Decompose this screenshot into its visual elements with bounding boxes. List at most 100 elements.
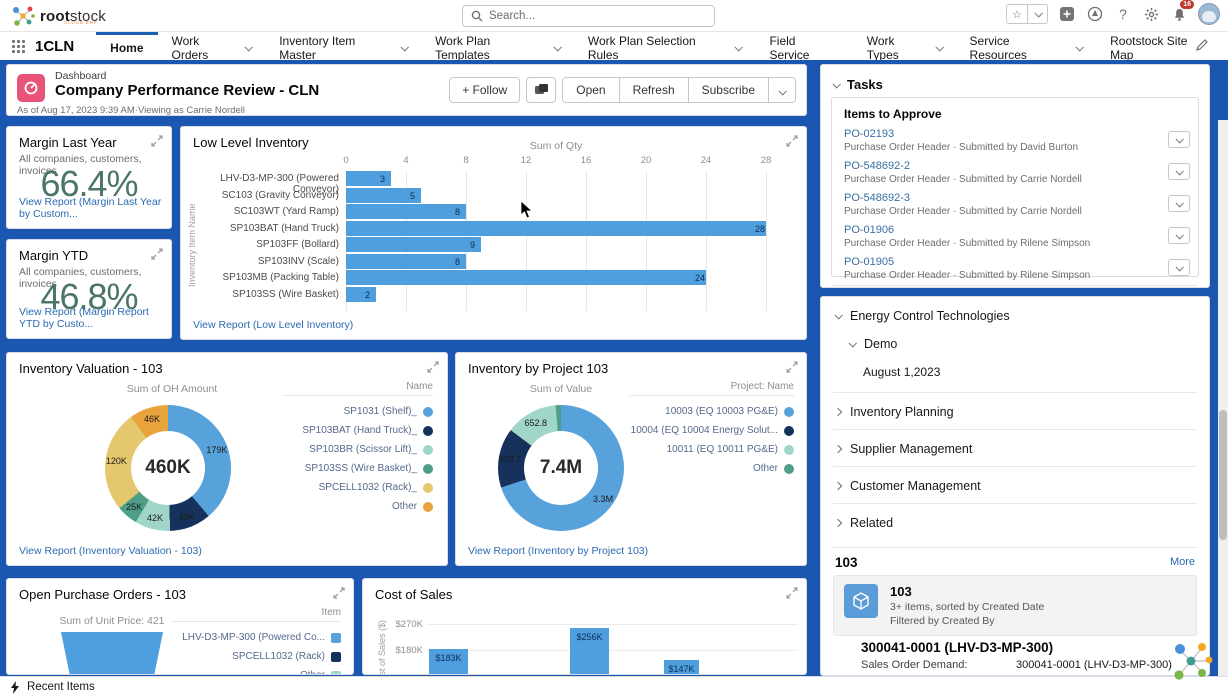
bar[interactable] (346, 221, 766, 236)
view-all-link[interactable]: View All (832, 285, 1198, 288)
tab-rootstock-site-map[interactable]: Rootstock Site Map (1096, 32, 1228, 60)
ect-header[interactable]: Energy Control Technologies (835, 309, 1195, 323)
task-item[interactable]: PO-548692-3Purchase Order Header · Submi… (832, 189, 1198, 221)
ect-demo-item[interactable]: August 1,2023 (863, 365, 1195, 379)
view-report-link[interactable]: View Report (Inventory Valuation - 103) (19, 545, 202, 557)
tab-work-orders[interactable]: Work Orders (158, 32, 266, 60)
view-report-link[interactable]: View Report (Margin Report YTD by Custo.… (19, 306, 171, 330)
tab-inventory-item-master[interactable]: Inventory Item Master (265, 32, 421, 60)
tab-work-types[interactable]: Work Types (853, 32, 956, 60)
tab-work-plan-templates[interactable]: Work Plan Templates (421, 32, 574, 60)
legend-entry[interactable]: Other (629, 459, 794, 478)
user-avatar[interactable] (1198, 3, 1220, 25)
ect-section-related[interactable]: Related (835, 516, 1195, 530)
record-title[interactable]: 300041-0001 (LHV-D3-MP-300) (861, 640, 1053, 655)
follow-button[interactable]: + Follow (449, 77, 520, 103)
view-report-link[interactable]: View Report (Margin Last Year by Custom.… (19, 196, 171, 220)
funnel-segment[interactable] (61, 632, 163, 675)
ect-title: Energy Control Technologies (850, 309, 1010, 323)
legend-entry[interactable]: LHV-D3-MP-300 (Powered Co... (171, 628, 341, 647)
scrollbar-thumb[interactable] (1219, 410, 1227, 540)
bar[interactable] (346, 270, 706, 285)
divider (833, 466, 1197, 467)
legend-entry[interactable]: Other (171, 666, 341, 675)
ect-section-supplier-management[interactable]: Supplier Management (835, 442, 1195, 456)
related-list-summary-card[interactable]: 103 3+ items, sorted by Created Date Fil… (833, 575, 1197, 636)
recent-items-bar[interactable]: Recent Items (0, 676, 1228, 697)
ect-demo-section[interactable]: Demo (849, 337, 1195, 351)
slideshow-button[interactable] (526, 77, 556, 103)
task-item[interactable]: PO-548692-2Purchase Order Header · Submi… (832, 157, 1198, 189)
tab-home[interactable]: Home (96, 32, 157, 60)
tab-label: Work Plan Templates (435, 34, 548, 62)
help-icon[interactable]: ? (1114, 5, 1132, 23)
legend-entry[interactable]: SP103SS (Wire Basket)_ (283, 459, 433, 478)
task-subject-link[interactable]: PO-01906 (844, 224, 1158, 236)
ect-section-inventory-planning[interactable]: Inventory Planning (835, 405, 1195, 419)
task-row-actions-dropdown[interactable] (1168, 163, 1190, 180)
task-row-actions-dropdown[interactable] (1168, 259, 1190, 276)
task-item[interactable]: PO-01905Purchase Order Header · Submitte… (832, 253, 1198, 285)
app-name[interactable]: 1CLN (35, 38, 74, 55)
tab-field-service[interactable]: Field Service (755, 32, 852, 60)
sidebar-scrollbar[interactable] (1218, 120, 1228, 697)
more-link[interactable]: More (1170, 556, 1195, 568)
global-search-input[interactable]: Search... (462, 5, 715, 27)
expand-icon[interactable] (333, 587, 345, 599)
tasks-header[interactable]: Tasks (833, 77, 883, 92)
bar[interactable] (346, 237, 481, 252)
view-report-link[interactable]: View Report (Low Level Inventory) (193, 319, 353, 331)
notifications-bell-icon[interactable]: 16 (1170, 5, 1188, 23)
legend-entry[interactable]: SPCELL1032 (Rack) (171, 647, 341, 666)
task-row-actions-dropdown[interactable] (1168, 131, 1190, 148)
legend-entry[interactable]: SP103BAT (Hand Truck)_ (283, 421, 433, 440)
more-actions-dropdown[interactable] (769, 78, 795, 102)
record-field-row: Sales Order Demand:300041-0001 (LHV-D3-M… (861, 659, 1195, 671)
favorites-dropdown-icon[interactable] (1027, 5, 1047, 23)
expand-icon[interactable] (786, 361, 798, 373)
legend-entry[interactable]: SPCELL1032 (Rack)_ (283, 478, 433, 497)
open-button[interactable]: Open (563, 78, 619, 102)
task-subject-link[interactable]: PO-548692-2 (844, 160, 1158, 172)
legend-entry[interactable]: SP103BR (Scissor Lift)_ (283, 440, 433, 459)
task-item[interactable]: PO-02193Purchase Order Header · Submitte… (832, 125, 1198, 157)
bar-category-label: SC103WT (Yard Ramp) (181, 206, 339, 217)
ect-section-customer-management[interactable]: Customer Management (835, 479, 1195, 493)
task-subject-link[interactable]: PO-548692-3 (844, 192, 1158, 204)
bar[interactable] (346, 287, 376, 302)
task-row-actions-dropdown[interactable] (1168, 195, 1190, 212)
widget-inventory-by-project: Inventory by Project 103 Sum of Value Pr… (455, 352, 807, 566)
view-report-link[interactable]: View Report (Inventory by Project 103) (468, 545, 648, 557)
edit-nav-pencil-icon[interactable] (1196, 38, 1208, 56)
tab-service-resources[interactable]: Service Resources (956, 32, 1097, 60)
bar[interactable] (346, 254, 466, 269)
subscribe-button[interactable]: Subscribe (689, 78, 769, 102)
favorite-star-icon[interactable]: ☆ (1007, 5, 1027, 23)
task-subject-link[interactable]: PO-02193 (844, 128, 1158, 140)
legend-entry[interactable]: 10003 (EQ 10003 PG&E) (629, 402, 794, 421)
guidance-center-icon[interactable] (1086, 5, 1104, 23)
expand-icon[interactable] (427, 361, 439, 373)
favorites-split-button[interactable]: ☆ (1006, 4, 1048, 24)
app-launcher-icon[interactable] (12, 40, 25, 53)
task-subject-link[interactable]: PO-01905 (844, 256, 1158, 268)
quick-create-button[interactable] (1058, 5, 1076, 23)
section-label: Related (850, 516, 893, 530)
bar[interactable] (346, 204, 466, 219)
legend-entry[interactable]: 10011 (EQ 10011 PG&E) (629, 440, 794, 459)
bar-value-label: $256K (566, 632, 613, 642)
gridline (526, 171, 527, 311)
tab-work-plan-selection-rules[interactable]: Work Plan Selection Rules (574, 32, 756, 60)
legend-entry[interactable]: Other (283, 497, 433, 516)
setup-gear-icon[interactable] (1142, 5, 1160, 23)
task-row-actions-dropdown[interactable] (1168, 227, 1190, 244)
task-item[interactable]: PO-01906Purchase Order Header · Submitte… (832, 221, 1198, 253)
expand-icon[interactable] (151, 135, 163, 147)
legend-entry[interactable]: SP1031 (Shelf)_ (283, 402, 433, 421)
widget-title: Margin Last Year (19, 135, 117, 150)
donut-axis-title: Sum of OH Amount (102, 383, 242, 395)
expand-icon[interactable] (151, 248, 163, 260)
refresh-button[interactable]: Refresh (620, 78, 689, 102)
field-label: Sales Order Demand: (861, 659, 1016, 671)
legend-entry[interactable]: 10004 (EQ 10004 Energy Solut... (629, 421, 794, 440)
